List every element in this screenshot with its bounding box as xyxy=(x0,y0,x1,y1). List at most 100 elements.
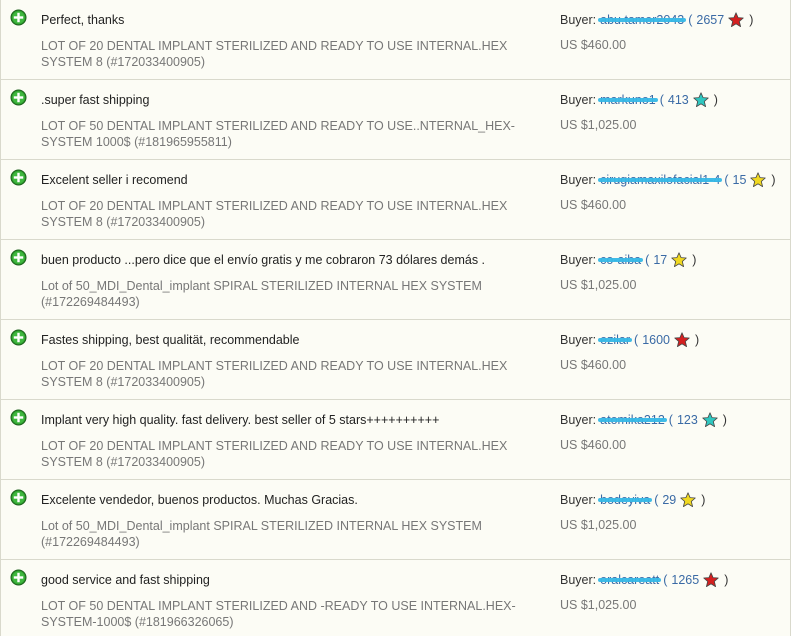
feedback-row: Perfect, thanks LOT OF 20 DENTAL IMPLANT… xyxy=(1,0,790,80)
close-paren: ) xyxy=(713,93,718,107)
feedback-score-link[interactable]: 413 xyxy=(668,93,689,107)
feedback-row: good service and fast shipping LOT OF 50… xyxy=(1,560,790,636)
buyer-name-link[interactable]: abu.tamer2043 xyxy=(598,13,687,27)
buyer-info: Buyer: ezilar ( 1600 ) xyxy=(560,332,699,348)
buyer-label: Buyer: xyxy=(560,13,597,27)
redaction-scribble xyxy=(598,258,644,262)
item-price: US $460.00 xyxy=(560,358,627,372)
expand-plus-icon[interactable] xyxy=(10,409,27,426)
redaction-scribble xyxy=(598,578,662,582)
feedback-score-link[interactable]: 1600 xyxy=(642,333,670,347)
feedback-star-icon xyxy=(703,572,719,588)
feedback-score-link[interactable]: 17 xyxy=(653,253,667,267)
feedback-star-icon xyxy=(728,12,744,28)
feedback-star-icon xyxy=(674,332,690,348)
expand-plus-icon[interactable] xyxy=(10,9,27,26)
feedback-star-icon xyxy=(680,492,696,508)
feedback-score-link[interactable]: 123 xyxy=(677,413,698,427)
open-paren: ( xyxy=(724,173,729,187)
redaction-scribble xyxy=(598,98,658,102)
item-title: LOT OF 20 DENTAL IMPLANT STERILIZED AND … xyxy=(41,359,508,389)
open-paren: ( xyxy=(688,13,693,27)
feedback-comment: buen producto ...pero dice que el envío … xyxy=(41,253,486,267)
feedback-row: Fastes shipping, best qualität, recommen… xyxy=(1,320,790,400)
feedback-score-link[interactable]: 29 xyxy=(662,493,676,507)
buyer-label: Buyer: xyxy=(560,493,597,507)
feedback-list: Perfect, thanks LOT OF 20 DENTAL IMPLANT… xyxy=(0,0,791,636)
feedback-comment: Fastes shipping, best qualität, recommen… xyxy=(41,333,300,347)
feedback-comment: Excelente vendedor, buenos productos. Mu… xyxy=(41,493,358,507)
item-title: Lot of 50_MDI_Dental_implant SPIRAL STER… xyxy=(41,519,482,549)
item-price: US $1,025.00 xyxy=(560,598,637,612)
open-paren: ( xyxy=(645,253,650,267)
redaction-scribble xyxy=(598,18,687,22)
item-price: US $1,025.00 xyxy=(560,278,637,292)
feedback-row: Excelente vendedor, buenos productos. Mu… xyxy=(1,480,790,560)
open-paren: ( xyxy=(654,493,659,507)
feedback-score-link[interactable]: 2657 xyxy=(696,13,724,27)
item-price: US $460.00 xyxy=(560,198,627,212)
item-title: LOT OF 50 DENTAL IMPLANT STERILIZED AND … xyxy=(41,119,515,149)
feedback-comment: Excelent seller i recomend xyxy=(41,173,188,187)
close-paren: ) xyxy=(692,253,697,267)
expand-plus-icon[interactable] xyxy=(10,169,27,186)
feedback-score-link[interactable]: 15 xyxy=(733,173,747,187)
expand-plus-icon[interactable] xyxy=(10,329,27,346)
expand-plus-icon[interactable] xyxy=(10,489,27,506)
feedback-comment: Implant very high quality. fast delivery… xyxy=(41,413,440,427)
item-price: US $460.00 xyxy=(560,438,627,452)
close-paren: ) xyxy=(724,573,729,587)
feedback-row: buen producto ...pero dice que el envío … xyxy=(1,240,790,320)
buyer-label: Buyer: xyxy=(560,253,597,267)
buyer-info: Buyer: cirugiamaxilofacial1-4 ( 15 ) xyxy=(560,172,776,188)
buyer-name-link[interactable]: oralcareatt xyxy=(598,573,662,587)
feedback-row: Excelent seller i recomend LOT OF 20 DEN… xyxy=(1,160,790,240)
item-price: US $460.00 xyxy=(560,38,627,52)
open-paren: ( xyxy=(634,333,639,347)
redaction-scribble xyxy=(598,418,667,422)
buyer-label: Buyer: xyxy=(560,413,597,427)
redaction-scribble xyxy=(598,338,633,342)
buyer-info: Buyer: oralcareatt ( 1265 ) xyxy=(560,572,728,588)
close-paren: ) xyxy=(695,333,700,347)
buyer-info: Buyer: atomika212 ( 123 ) xyxy=(560,412,727,428)
redaction-scribble xyxy=(598,498,653,502)
buyer-name-link[interactable]: cirugiamaxilofacial1-4 xyxy=(598,173,723,187)
item-title: LOT OF 20 DENTAL IMPLANT STERILIZED AND … xyxy=(41,39,508,69)
item-title: LOT OF 20 DENTAL IMPLANT STERILIZED AND … xyxy=(41,199,508,229)
item-price: US $1,025.00 xyxy=(560,118,637,132)
buyer-label: Buyer: xyxy=(560,93,597,107)
feedback-comment: good service and fast shipping xyxy=(41,573,210,587)
buyer-info: Buyer: co-aiba ( 17 ) xyxy=(560,252,696,268)
buyer-name-link[interactable]: atomika212 xyxy=(598,413,667,427)
expand-plus-icon[interactable] xyxy=(10,89,27,106)
buyer-label: Buyer: xyxy=(560,173,597,187)
feedback-star-icon xyxy=(671,252,687,268)
close-paren: ) xyxy=(771,173,776,187)
redaction-scribble xyxy=(598,178,723,182)
feedback-row: Implant very high quality. fast delivery… xyxy=(1,400,790,480)
buyer-name-link[interactable]: markuno1 xyxy=(598,93,658,107)
buyer-name-link[interactable]: co-aiba xyxy=(598,253,644,267)
open-paren: ( xyxy=(668,413,673,427)
buyer-name-link[interactable]: ezilar xyxy=(598,333,633,347)
feedback-row: .super fast shipping LOT OF 50 DENTAL IM… xyxy=(1,80,790,160)
item-price: US $1,025.00 xyxy=(560,518,637,532)
item-title: LOT OF 20 DENTAL IMPLANT STERILIZED AND … xyxy=(41,439,508,469)
feedback-star-icon xyxy=(693,92,709,108)
feedback-star-icon xyxy=(702,412,718,428)
expand-plus-icon[interactable] xyxy=(10,249,27,266)
feedback-comment: Perfect, thanks xyxy=(41,13,125,27)
open-paren: ( xyxy=(659,93,664,107)
feedback-score-link[interactable]: 1265 xyxy=(671,573,699,587)
open-paren: ( xyxy=(663,573,668,587)
feedback-star-icon xyxy=(750,172,767,188)
expand-plus-icon[interactable] xyxy=(10,569,27,586)
close-paren: ) xyxy=(701,493,706,507)
buyer-info: Buyer: markuno1 ( 413 ) xyxy=(560,92,718,108)
buyer-info: Buyer: abu.tamer2043 ( 2657 ) xyxy=(560,12,753,28)
feedback-comment: .super fast shipping xyxy=(41,93,150,107)
buyer-info: Buyer: bodeyiva ( 29 ) xyxy=(560,492,705,508)
buyer-name-link[interactable]: bodeyiva xyxy=(598,493,653,507)
item-title: LOT OF 50 DENTAL IMPLANT STERILIZED AND … xyxy=(41,599,516,629)
